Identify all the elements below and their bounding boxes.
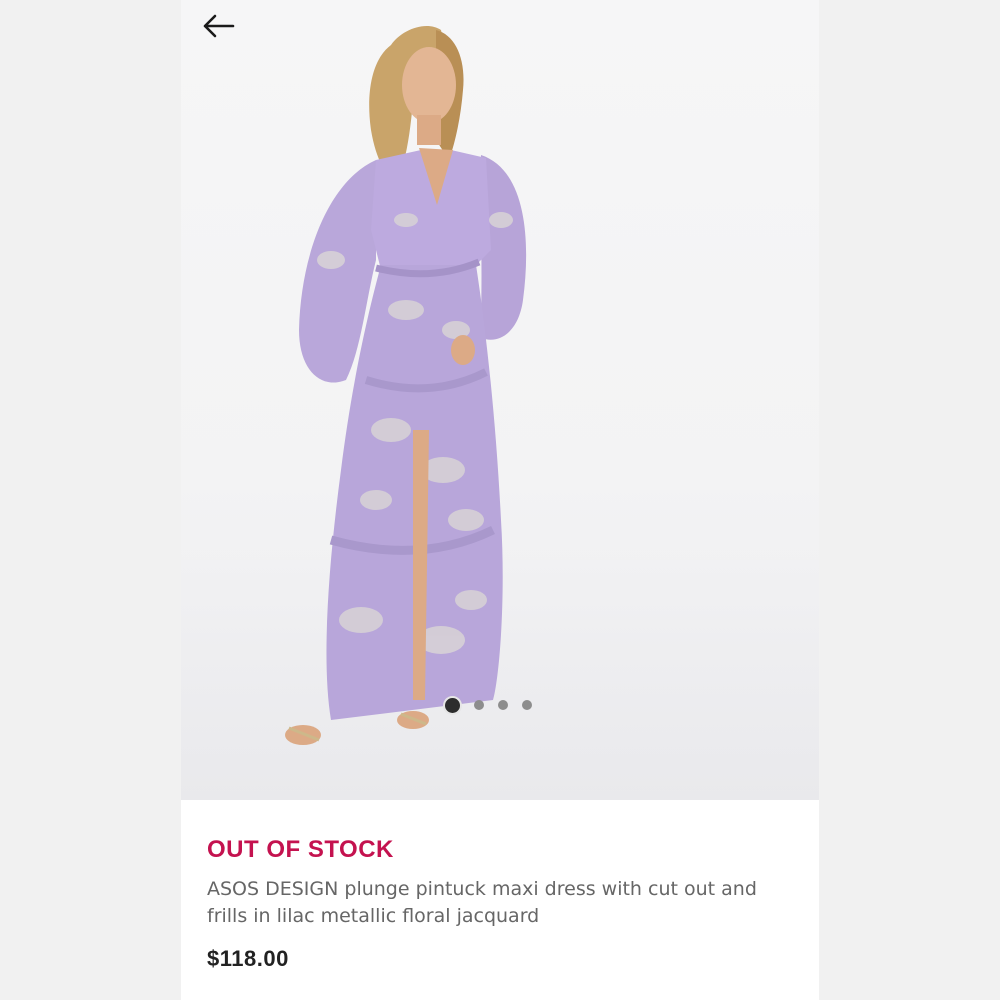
back-button[interactable] xyxy=(199,10,239,42)
product-image-carousel[interactable] xyxy=(181,0,819,800)
carousel-dot[interactable] xyxy=(474,700,484,710)
arrow-left-icon xyxy=(203,14,235,38)
product-screen: OUT OF STOCK ASOS DESIGN plunge pintuck … xyxy=(181,0,819,1000)
carousel-dot[interactable] xyxy=(498,700,508,710)
carousel-dot[interactable] xyxy=(445,697,460,713)
carousel-dot[interactable] xyxy=(522,700,532,710)
product-info: OUT OF STOCK ASOS DESIGN plunge pintuck … xyxy=(207,836,797,972)
product-title: ASOS DESIGN plunge pintuck maxi dress wi… xyxy=(207,878,757,927)
product-photo xyxy=(285,25,527,745)
stock-status: OUT OF STOCK xyxy=(207,836,394,863)
carousel-pagination xyxy=(445,695,555,715)
product-price: $118.00 xyxy=(207,946,289,971)
